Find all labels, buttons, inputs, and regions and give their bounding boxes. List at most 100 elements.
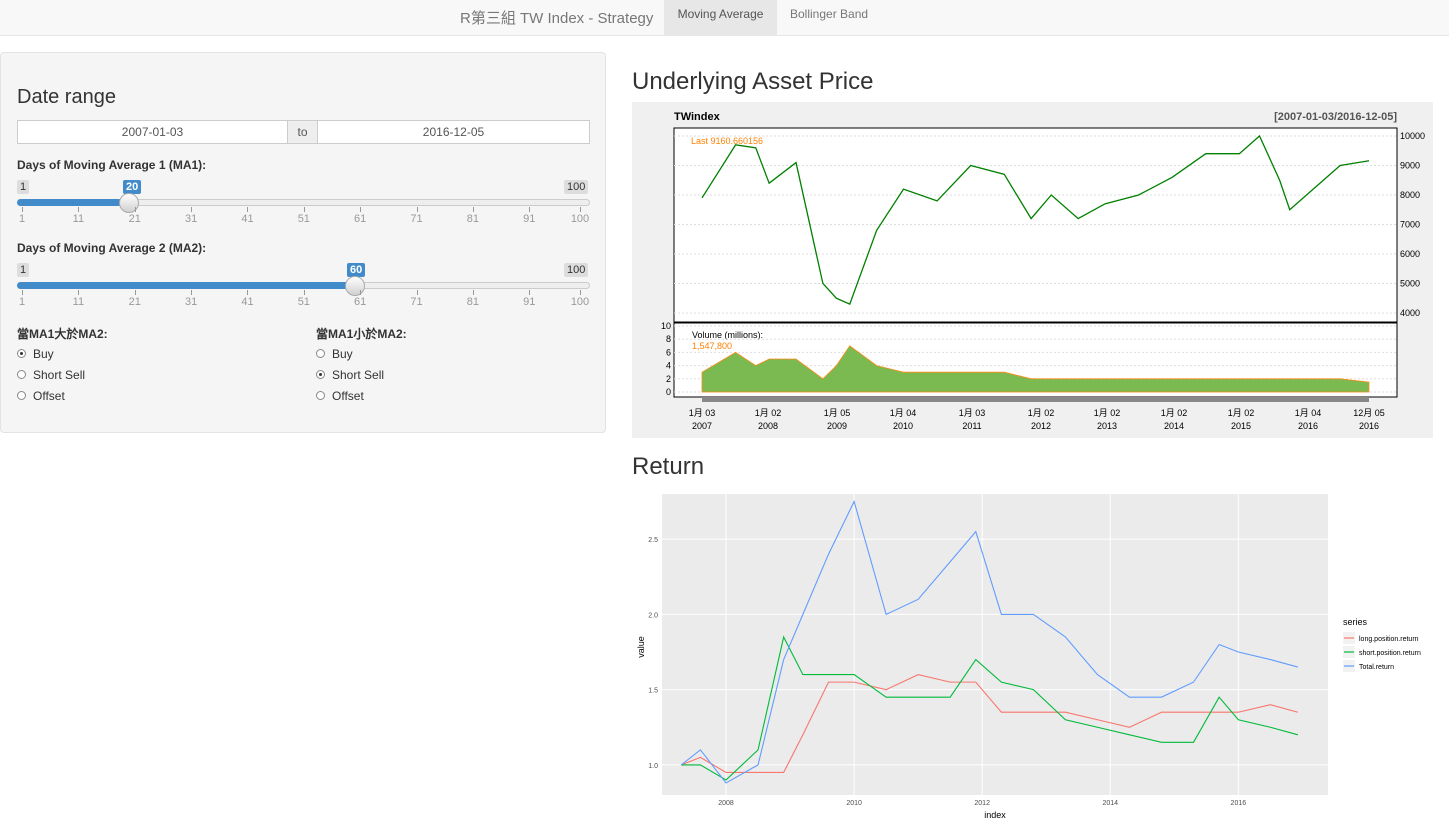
price-y-tick-label: 5000 <box>1400 279 1420 289</box>
return-section-title: Return <box>632 453 705 480</box>
slider-tick-label: 41 <box>241 296 254 308</box>
above-option-short-sell[interactable]: Short Sell <box>17 368 85 382</box>
ma1-slider-handle[interactable] <box>119 193 140 213</box>
x-tick-month: 1月 03 <box>959 408 986 418</box>
x-tick-year: 2008 <box>758 421 778 431</box>
slider-tick-label: 91 <box>523 296 536 308</box>
legend-label: Total.return <box>1359 664 1394 671</box>
slider-tick <box>78 207 80 212</box>
x-tick-year: 2016 <box>1298 421 1318 431</box>
slider-tick <box>360 207 362 212</box>
ma1-slider-fill <box>17 199 130 206</box>
slider-tick <box>529 290 531 295</box>
slider-tick-label: 51 <box>297 296 310 308</box>
return-chart-svg: 1.0 1.5 2.0 2.5 2008 2010 2012 2014 2016 index val… <box>636 494 1421 820</box>
slider-tick <box>303 207 305 212</box>
below-option-buy[interactable]: Buy <box>316 347 353 361</box>
ma2-min-label: 1 <box>17 263 30 277</box>
volume-y-tick-label: 10 <box>661 321 671 331</box>
return-x-tick-label: 2016 <box>1231 800 1247 807</box>
slider-tick-label: 41 <box>241 213 254 225</box>
tab-bollinger-band[interactable]: Bollinger Band <box>778 0 882 35</box>
slider-tick <box>416 290 418 295</box>
slider-tick-label: 11 <box>72 296 85 308</box>
date-range-title: Date range <box>17 86 116 108</box>
x-tick-month: 1月 02 <box>1228 408 1255 418</box>
x-tick-month: 1月 05 <box>824 408 851 418</box>
x-tick-month: 1月 02 <box>1094 408 1121 418</box>
end-date-input[interactable]: 2016-12-05 <box>317 120 590 144</box>
navbar: R第三組 TW Index - Strategy Moving Average … <box>0 0 1449 36</box>
radio-label: Offset <box>33 389 65 403</box>
x-tick-month: 12月 05 <box>1353 408 1385 418</box>
volume-y-tick-label: 4 <box>666 361 671 371</box>
return-chart: 1.0 1.5 2.0 2.5 2008 2010 2012 2014 2016 index val… <box>632 492 1449 827</box>
slider-tick-label: 100 <box>570 296 590 308</box>
slider-tick <box>78 290 80 295</box>
above-option-buy[interactable]: Buy <box>17 347 54 361</box>
tab-moving-average[interactable]: Moving Average <box>664 0 777 35</box>
radio-icon <box>316 370 325 379</box>
slider-tick-label: 61 <box>354 213 367 225</box>
price-y-tick-label: 4000 <box>1400 308 1420 318</box>
x-tick-year: 2010 <box>893 421 913 431</box>
ma1-above-ma2-label: 當MA1大於MA2: <box>17 327 108 341</box>
ma2-slider-handle[interactable] <box>344 276 365 296</box>
x-tick-year: 2012 <box>1031 421 1051 431</box>
slider-tick <box>134 207 136 212</box>
price-chart: TWindex [2007-01-03/2016-12-05] Last 9160.… <box>632 102 1433 438</box>
ma1-value-label: 20 <box>123 180 142 194</box>
legend-label: long.position.return <box>1359 636 1419 643</box>
app-title: R第三組 TW Index - Strategy <box>460 10 654 27</box>
slider-tick-label: 71 <box>410 296 423 308</box>
price-chart-range: [2007-01-03/2016-12-05] <box>1274 111 1397 123</box>
return-y-tick-label: 2.5 <box>648 537 658 544</box>
ma2-value-label: 60 <box>347 263 366 277</box>
return-x-tick-label: 2010 <box>846 800 862 807</box>
slider-tick <box>191 207 193 212</box>
date-separator: to <box>287 120 318 144</box>
radio-label: Buy <box>33 347 54 361</box>
slider-tick-label: 100 <box>570 213 590 225</box>
slider-tick <box>472 207 474 212</box>
ma1-max-label: 100 <box>564 180 589 194</box>
price-section-title: Underlying Asset Price <box>632 68 874 95</box>
slider-tick-label: 81 <box>466 296 480 308</box>
radio-icon <box>17 370 26 379</box>
x-tick-month: 1月 04 <box>1295 408 1322 418</box>
slider-tick <box>303 290 305 295</box>
slider-tick <box>416 207 418 212</box>
volume-y-tick-label: 8 <box>666 334 671 344</box>
x-tick-month: 1月 04 <box>890 408 917 418</box>
above-option-offset[interactable]: Offset <box>17 389 65 403</box>
slider-tick-label: 61 <box>354 296 367 308</box>
ma1-min-label: 1 <box>17 180 30 194</box>
ma1-label: Days of Moving Average 1 (MA1): <box>17 158 207 172</box>
slider-tick <box>360 290 362 295</box>
slider-tick-label: 91 <box>523 213 536 225</box>
ma2-slider-fill <box>17 282 355 289</box>
ma2-label: Days of Moving Average 2 (MA2): <box>17 241 207 255</box>
last-price-label: Last 9160.660156 <box>691 136 763 146</box>
ma1-below-ma2-label: 當MA1小於MA2: <box>316 327 407 341</box>
radio-label: Buy <box>332 347 353 361</box>
price-chart-title: TWindex <box>674 111 721 123</box>
slider-tick <box>134 290 136 295</box>
price-y-tick-label: 7000 <box>1400 220 1420 230</box>
x-tick-month: 1月 02 <box>1028 408 1055 418</box>
below-option-short-sell[interactable]: Short Sell <box>316 368 384 382</box>
ma2-max-label: 100 <box>564 263 589 277</box>
volume-y-tick-label: 0 <box>666 387 671 397</box>
x-tick-month: 1月 03 <box>689 408 716 418</box>
return-y-axis-label: value <box>636 636 646 658</box>
legend-title: series <box>1343 617 1368 627</box>
slider-tick <box>247 207 249 212</box>
return-y-tick-label: 1.5 <box>648 688 658 695</box>
slider-tick-label: 1 <box>18 296 26 308</box>
return-x-axis-label: index <box>984 810 1006 820</box>
start-date-input[interactable]: 2007-01-03 <box>17 120 288 144</box>
x-tick-month: 1月 02 <box>1161 408 1188 418</box>
return-x-tick-label: 2012 <box>974 800 990 807</box>
below-option-offset[interactable]: Offset <box>316 389 364 403</box>
x-tick-year: 2007 <box>692 421 712 431</box>
